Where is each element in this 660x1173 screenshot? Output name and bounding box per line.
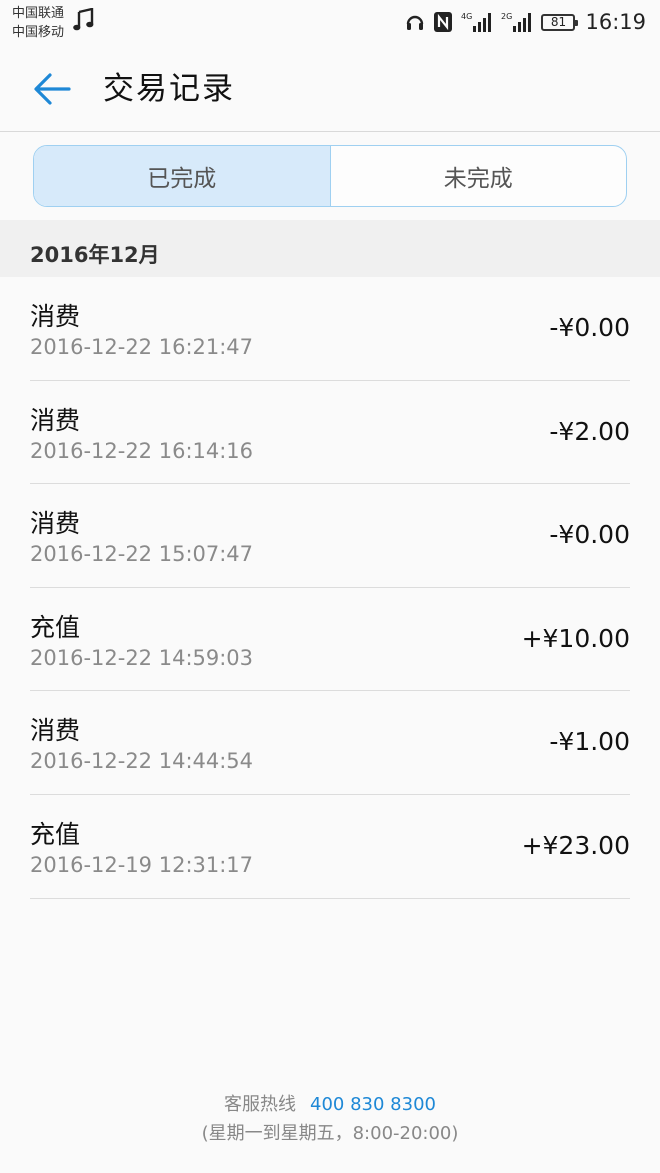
arrow-left-icon [34,73,71,105]
transaction-type: 消费 [30,509,81,539]
tab-pending[interactable]: 未完成 [331,146,627,206]
transaction-item[interactable]: 充值 2016-12-22 14:59:03 +¥10.00 [30,588,630,692]
transaction-time: 2016-12-22 14:44:54 [30,749,254,774]
nfc-icon [434,12,453,32]
transaction-item[interactable]: 充值 2016-12-19 12:31:17 +¥23.00 [30,795,630,899]
transaction-item[interactable]: 消费 2016-12-22 15:07:47 -¥0.00 [30,484,630,588]
transaction-amount: +¥23.00 [521,830,630,860]
carrier-info: 中国联通 中国移动 [12,4,64,42]
transaction-time: 2016-12-22 16:21:47 [30,335,254,359]
transaction-amount: -¥0.00 [549,313,630,342]
headphones-icon [407,15,424,30]
back-button[interactable] [28,66,76,112]
carrier-2: 中国移动 [12,25,65,40]
month-label: 2016年12月 [30,243,160,267]
app-header: 交易记录 [0,46,660,132]
battery-icon: 81 [541,13,579,31]
month-section-header: 2016年12月 [0,220,660,277]
hotline-label: 客服热线 [224,1094,297,1115]
transaction-time: 2016-12-19 12:31:17 [30,852,254,877]
transaction-type: 充值 [30,612,81,642]
transaction-item[interactable]: 消费 2016-12-22 14:44:54 -¥1.00 [30,691,630,795]
transaction-time: 2016-12-22 14:59:03 [30,645,254,670]
transaction-list: 消费 2016-12-22 16:21:47 -¥0.00 消费 2016-12… [0,277,660,899]
network-2g-label: 2G [501,12,512,21]
transaction-amount: -¥1.00 [549,727,630,757]
transaction-amount: -¥2.00 [549,416,630,446]
transaction-amount: +¥10.00 [521,623,630,653]
transaction-item[interactable]: 消费 2016-12-22 16:21:47 -¥0.00 [30,277,630,381]
status-icons: 4G 2G 81 16:19 [405,8,646,36]
transaction-type: 充值 [30,819,81,849]
transaction-type: 消费 [30,302,81,331]
transaction-time: 2016-12-22 15:07:47 [30,542,254,567]
carrier-1: 中国联通 [12,6,65,21]
hotline-row: 客服热线 400 830 8300 [0,1090,660,1119]
footer: 客服热线 400 830 8300 (星期一到星期五，8:00-20:00) [0,1090,660,1148]
status-time: 16:19 [585,10,646,34]
status-bar: 中国联通 中国移动 4G 2G 81 16:19 [0,0,660,46]
transaction-time: 2016-12-22 16:14:16 [30,438,254,463]
signal-icon-4g: 4G [461,12,492,32]
transaction-item[interactable]: 消费 2016-12-22 16:14:16 -¥2.00 [30,381,630,485]
battery-level: 81 [550,14,567,29]
status-tabs: 已完成 未完成 [33,145,627,207]
hotline-number-link[interactable]: 400 830 8300 [310,1094,436,1115]
page-title: 交易记录 [103,71,235,107]
signal-icon-2g: 2G [501,12,532,32]
service-hours: (星期一到星期五，8:00-20:00) [201,1123,459,1144]
tab-completed[interactable]: 已完成 [34,146,331,206]
network-4g-label: 4G [461,12,472,21]
transaction-amount: -¥0.00 [549,520,630,550]
transaction-type: 消费 [30,405,81,435]
transaction-type: 消费 [30,716,81,746]
music-icon [73,8,94,31]
